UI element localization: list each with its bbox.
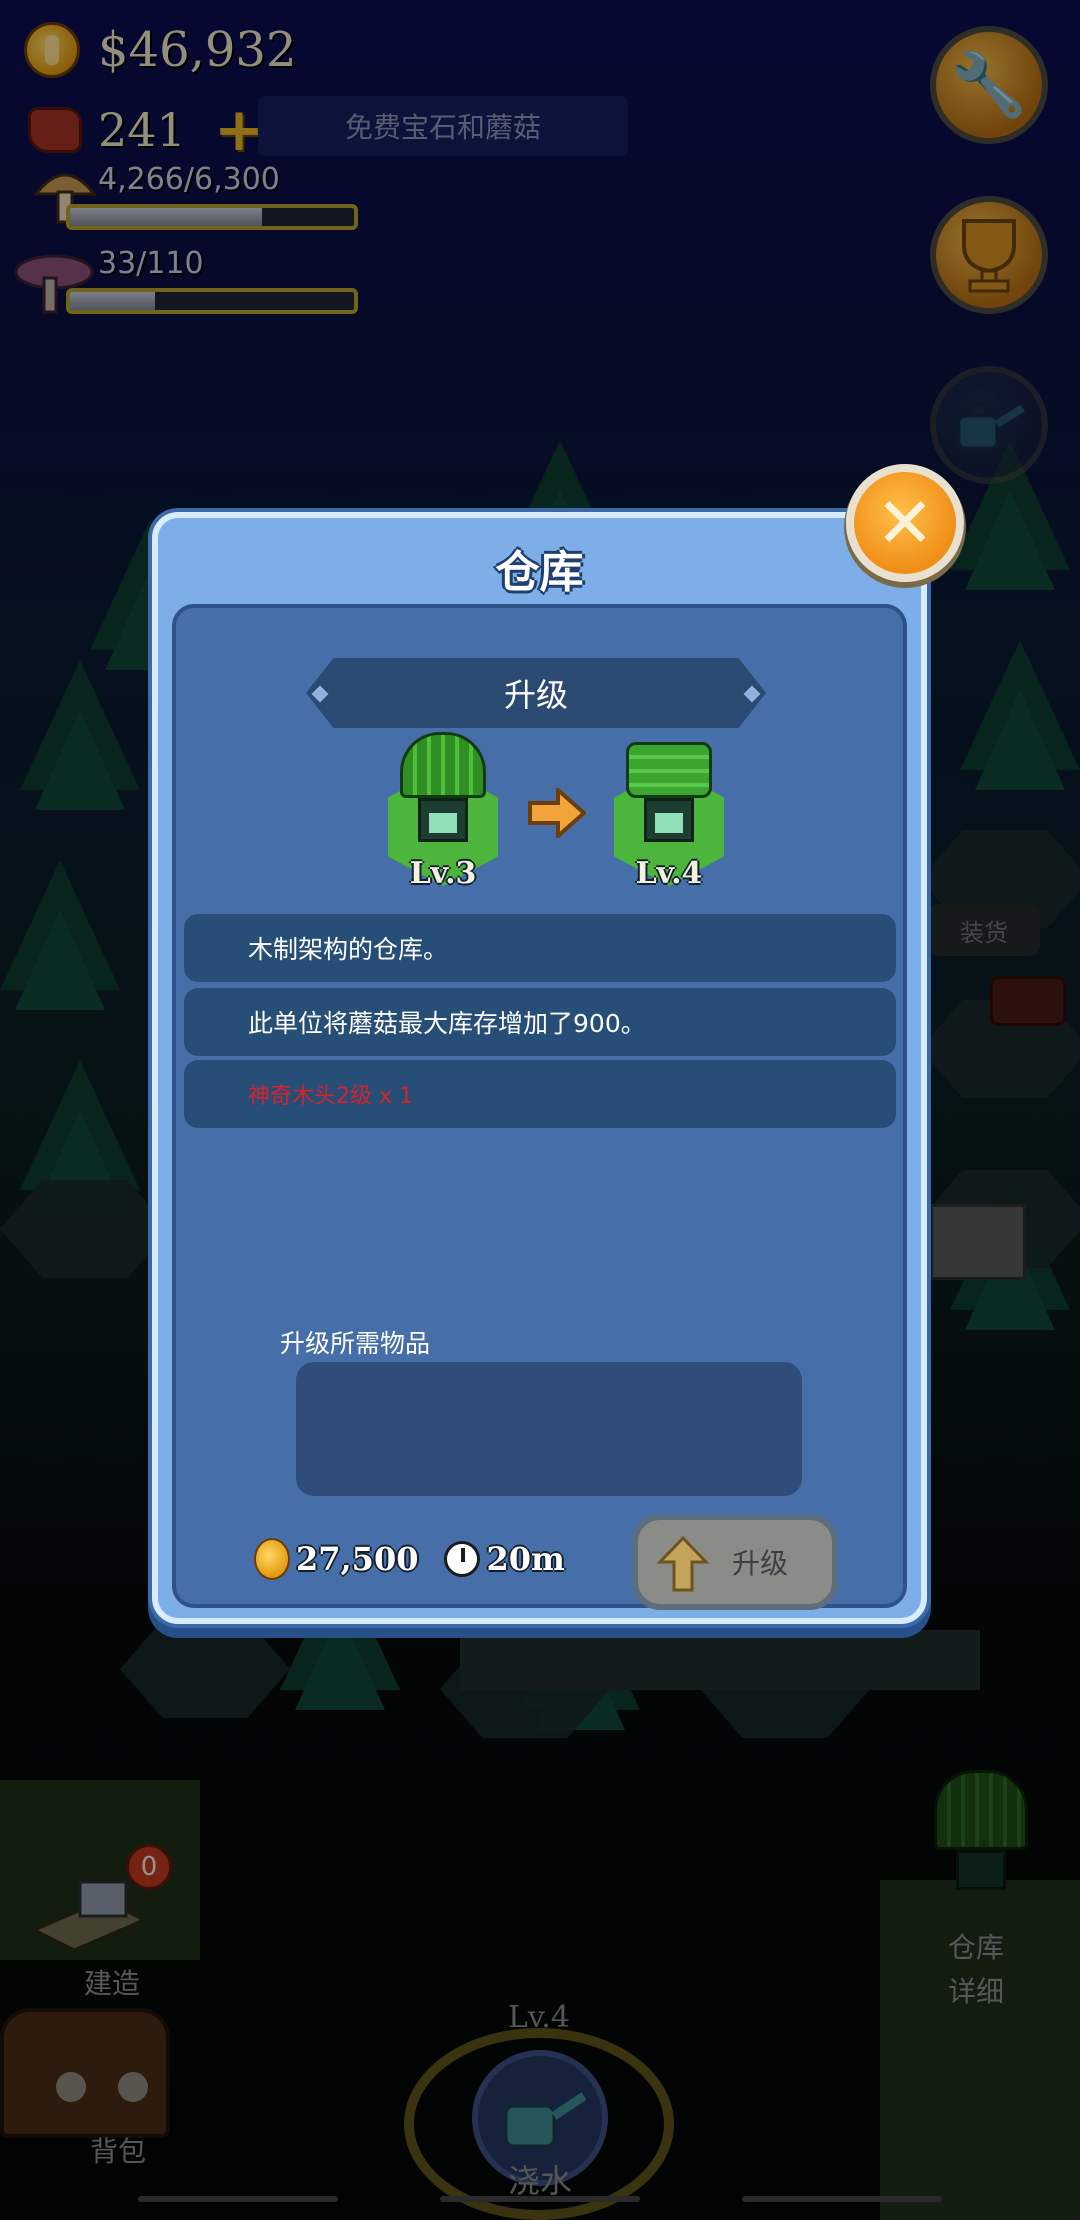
coin-cost: 27,500 [296,1540,419,1578]
coin-icon [254,1538,290,1580]
upgrade-button[interactable]: 升级 [632,1514,838,1610]
building-roof [626,742,712,798]
upgrade-button-label: 升级 [731,1547,788,1580]
arrow-right-icon [528,788,586,838]
description-text: 木制架构的仓库。 [248,935,449,964]
time-cost: 20m [486,1540,565,1578]
banner-label: 升级 [503,676,568,714]
required-items-box [296,1362,802,1496]
requirement-text: 神奇木头2级 x 1 [248,1084,414,1109]
effect-row: 此单位将蘑菇最大库存增加了900。 [184,988,896,1056]
description-row: 木制架构的仓库。 [184,914,896,982]
next-building: Lv.4 [604,728,734,898]
upgrade-cost: 27,500 20m [254,1538,565,1580]
clock-icon [444,1541,481,1577]
effect-text: 此单位将蘑菇最大库存增加了900。 [248,1009,646,1038]
dialog-title: 仓库 [495,547,584,598]
current-building: Lv.3 [378,728,508,898]
requirement-row: 神奇木头2级 x 1 [184,1060,896,1128]
required-items-label: 升级所需物品 [280,1329,431,1358]
upgrade-arrow-icon [656,1535,710,1592]
upgrade-banner: 升级 [306,658,766,728]
next-level: Lv.4 [635,856,703,891]
building-door [644,798,694,842]
warehouse-dialog: 仓库 升级 Lv.3 Lv.4 木制架构的仓库。 此单位将蘑菇最大库存增加了90… [152,512,927,1624]
building-roof [400,732,486,798]
close-icon: ✕ [875,482,935,564]
dialog-panel: 升级 Lv.3 Lv.4 木制架构的仓库。 此单位将蘑菇最大库存增加了900。 [172,604,907,1610]
building-door [418,798,468,842]
current-level: Lv.3 [409,856,477,891]
close-button[interactable]: ✕ [846,464,964,582]
